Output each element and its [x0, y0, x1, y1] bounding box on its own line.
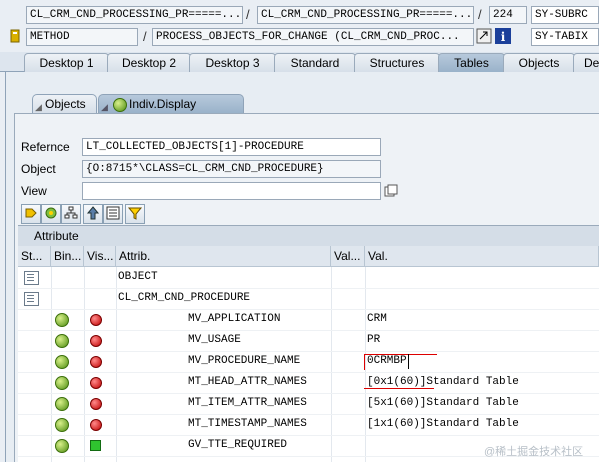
attribute-name: MT_ITEM_ATTR_NAMES [188, 397, 307, 409]
object-field: {O:8715*\CLASS=CL_CRM_CND_PROCEDURE} [82, 160, 381, 178]
table-row[interactable]: CL_CRM_CND_PROCEDURE [18, 288, 599, 310]
instance-attribute-icon [55, 313, 69, 327]
col-header-binding[interactable]: Bin... [51, 246, 84, 267]
col-header-value-type[interactable]: Val... [331, 246, 365, 267]
structure-icon [24, 292, 39, 306]
subtab-indiv-display[interactable]: ◢ Indiv.Display [98, 94, 244, 114]
tab-objects[interactable]: Objects [503, 53, 575, 73]
object-label: Object [21, 162, 56, 176]
tab-overflow[interactable]: De [573, 53, 599, 73]
tab-structures[interactable]: Structures [354, 53, 440, 73]
svg-text:i: i [501, 30, 506, 44]
tree-up-icon[interactable] [83, 204, 103, 224]
desktop-tab-bar: Desktop 1 Desktop 2 Desktop 3 Standard S… [0, 52, 599, 73]
tab-standard[interactable]: Standard [274, 53, 356, 73]
hierarchy-icon[interactable] [61, 204, 81, 224]
tab-desktop-1[interactable]: Desktop 1 [24, 53, 109, 73]
separator: / [478, 7, 482, 22]
program-field[interactable]: CL_CRM_CND_PROCESSING_PR=====... [26, 6, 243, 24]
attribute-value[interactable]: CRM [367, 309, 387, 330]
table-row[interactable]: MT_ITEM_ATTR_NAMES [5x1(60)]Standard Tab… [18, 393, 599, 415]
table-row[interactable]: MT_TIMESTAMP_NAMES [1x1(60)]Standard Tab… [18, 414, 599, 436]
status-green-icon [113, 98, 127, 112]
sysvar-tabix-field[interactable]: SY-TABIX [531, 28, 599, 46]
table-row[interactable]: MV_USAGE PR [18, 330, 599, 352]
structure-list-icon[interactable] [103, 204, 123, 224]
view-input[interactable] [82, 182, 381, 200]
execute-icon[interactable] [41, 204, 61, 224]
col-header-status[interactable]: St... [18, 246, 51, 267]
watermark: @稀土掘金技术社区 [484, 446, 584, 458]
attribute-name: OBJECT [118, 271, 158, 283]
col-header-visibility[interactable]: Vis... [84, 246, 116, 267]
info-icon[interactable]: i [495, 28, 511, 44]
attribute-value[interactable]: [1x1(60)]Standard Table [367, 414, 519, 435]
tab-tables[interactable]: Tables [438, 53, 505, 73]
event-type-field[interactable]: METHOD [26, 28, 138, 46]
attribute-section-title: Attribute [18, 225, 599, 246]
method-name-field[interactable]: PROCESS_OBJECTS_FOR_CHANGE (CL_CRM_CND_P… [152, 28, 474, 46]
instance-attribute-icon [55, 376, 69, 390]
attribute-name: MT_TIMESTAMP_NAMES [188, 418, 307, 430]
attribute-name: MV_USAGE [188, 334, 241, 346]
table-row[interactable]: MV_PROCEDURE_NAME 0CRMBP [18, 351, 599, 373]
private-visibility-icon [90, 398, 102, 410]
table-row[interactable]: MV_APPLICATION CRM [18, 309, 599, 331]
public-visibility-icon [90, 440, 101, 451]
subtab-objects[interactable]: ◢ Objects [32, 94, 97, 114]
attribute-name: GV_TTE_REQUIRED [188, 439, 288, 451]
attribute-value[interactable]: [5x1(60)]Standard Table [367, 393, 519, 414]
subtab-objects-label: Objects [45, 97, 86, 111]
tag-icon[interactable] [21, 204, 41, 224]
highlight-mark [364, 388, 434, 389]
col-header-attribute[interactable]: Attrib. [116, 246, 331, 267]
instance-attribute-icon [55, 397, 69, 411]
table-row[interactable]: OBJECT [18, 267, 599, 289]
private-visibility-icon [90, 356, 102, 368]
attribute-name: MT_HEAD_ATTR_NAMES [188, 376, 307, 388]
instance-attribute-icon [55, 334, 69, 348]
private-visibility-icon [90, 419, 102, 431]
attribute-name: CL_CRM_CND_PROCEDURE [118, 292, 251, 304]
col-header-value[interactable]: Val. [365, 246, 599, 267]
attribute-value[interactable]: [0x1(60)]Standard Table [367, 372, 519, 393]
instance-attribute-icon [55, 355, 69, 369]
reference-input[interactable]: LT_COLLECTED_OBJECTS[1]-PROCEDURE [82, 138, 381, 156]
attribute-name: MV_PROCEDURE_NAME [188, 355, 301, 367]
separator: / [246, 7, 250, 22]
structure-icon [24, 271, 39, 285]
instance-attribute-icon [55, 418, 69, 432]
attribute-name: MV_APPLICATION [188, 313, 281, 325]
tab-desktop-3[interactable]: Desktop 3 [189, 53, 276, 73]
navigate-icon[interactable] [476, 28, 492, 44]
line-number-field[interactable]: 224 [489, 6, 527, 24]
attribute-value[interactable]: PR [367, 330, 380, 351]
sysvar-subrc-field[interactable]: SY-SUBRC [531, 6, 599, 24]
include-field[interactable]: CL_CRM_CND_PROCESSING_PR=====... [257, 6, 474, 24]
separator: / [143, 29, 147, 44]
attribute-grid: St... Bin... Vis... Attrib. Val... Val. … [18, 246, 599, 462]
private-visibility-icon [90, 335, 102, 347]
tab-desktop-2[interactable]: Desktop 2 [107, 53, 191, 73]
reference-label: Refernce [21, 140, 70, 154]
table-row[interactable]: MT_HEAD_ATTR_NAMES [0x1(60)]Standard Tab… [18, 372, 599, 394]
view-label: View [21, 184, 47, 198]
instance-attribute-icon [55, 439, 69, 453]
private-visibility-icon [90, 314, 102, 326]
filter-icon[interactable] [125, 204, 145, 224]
private-visibility-icon [90, 377, 102, 389]
text-cursor [408, 354, 409, 369]
view-select-icon[interactable] [384, 184, 398, 198]
highlight-mark [364, 354, 437, 370]
method-icon [8, 29, 22, 43]
